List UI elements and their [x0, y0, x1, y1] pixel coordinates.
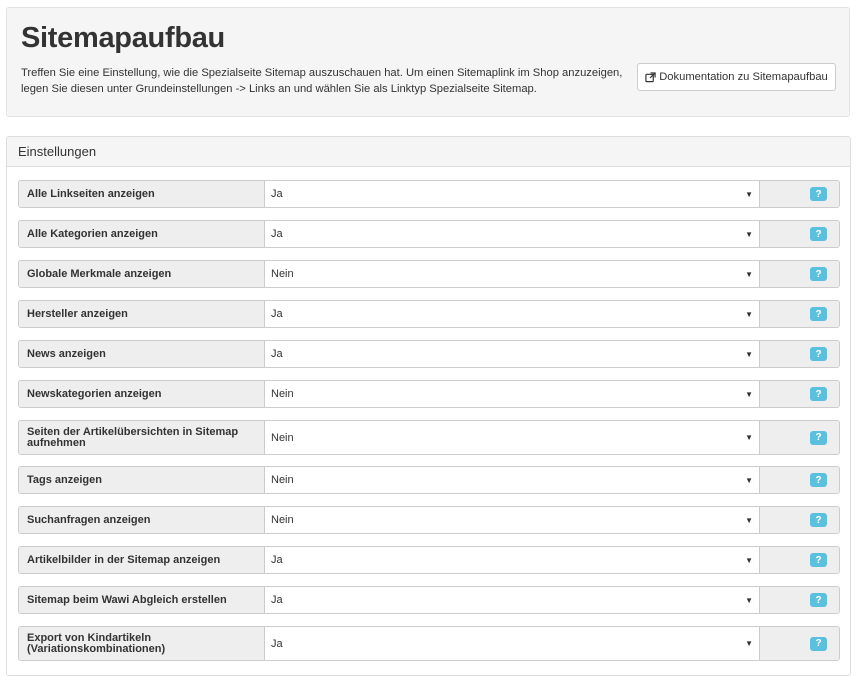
setting-addon: ? [759, 587, 839, 613]
setting-select-value: Nein [271, 268, 294, 280]
caret-down-icon: ▼ [745, 515, 753, 525]
setting-label: Seiten der Artikelübersichten in Sitemap… [19, 421, 265, 454]
external-link-icon [645, 71, 656, 82]
panel-heading: Einstellungen [7, 137, 850, 167]
setting-select[interactable]: Ja ▼ [265, 301, 759, 327]
setting-select-value: Ja [271, 228, 283, 240]
setting-row: News anzeigen Ja ▼ ? [18, 340, 840, 368]
setting-row: Tags anzeigen Nein ▼ ? [18, 466, 840, 494]
setting-row: Alle Linkseiten anzeigen Ja ▼ ? [18, 180, 840, 208]
setting-label: Export von Kindartikeln (Variationskombi… [19, 627, 265, 660]
setting-select-value: Ja [271, 594, 283, 606]
caret-down-icon: ▼ [745, 595, 753, 605]
setting-select-value: Ja [271, 348, 283, 360]
setting-addon: ? [759, 261, 839, 287]
setting-row: Globale Merkmale anzeigen Nein ▼ ? [18, 260, 840, 288]
caret-down-icon: ▼ [745, 433, 753, 442]
setting-select-value: Ja [271, 188, 283, 200]
page-header: Sitemapaufbau Treffen Sie eine Einstellu… [6, 7, 850, 117]
documentation-button[interactable]: Dokumentation zu Sitemapaufbau [637, 63, 836, 91]
setting-addon: ? [759, 627, 839, 660]
setting-select[interactable]: Ja ▼ [265, 181, 759, 207]
setting-select[interactable]: Nein ▼ [265, 507, 759, 533]
caret-down-icon: ▼ [745, 229, 753, 239]
setting-select[interactable]: Ja ▼ [265, 627, 759, 660]
setting-row: Artikelbilder in der Sitemap anzeigen Ja… [18, 546, 840, 574]
setting-select[interactable]: Ja ▼ [265, 587, 759, 613]
setting-addon: ? [759, 467, 839, 493]
caret-down-icon: ▼ [745, 555, 753, 565]
help-icon[interactable]: ? [810, 513, 827, 527]
setting-label: Globale Merkmale anzeigen [19, 261, 265, 287]
help-icon[interactable]: ? [810, 593, 827, 607]
setting-label: Suchanfragen anzeigen [19, 507, 265, 533]
setting-select[interactable]: Ja ▼ [265, 341, 759, 367]
help-icon[interactable]: ? [810, 267, 827, 281]
setting-addon: ? [759, 221, 839, 247]
caret-down-icon: ▼ [745, 269, 753, 279]
caret-down-icon: ▼ [745, 639, 753, 648]
caret-down-icon: ▼ [745, 349, 753, 359]
setting-row: Newskategorien anzeigen Nein ▼ ? [18, 380, 840, 408]
setting-label: Newskategorien anzeigen [19, 381, 265, 407]
setting-select-value: Ja [271, 554, 283, 566]
help-icon[interactable]: ? [810, 387, 827, 401]
setting-row: Hersteller anzeigen Ja ▼ ? [18, 300, 840, 328]
setting-select[interactable]: Nein ▼ [265, 421, 759, 454]
setting-label: Hersteller anzeigen [19, 301, 265, 327]
setting-label: Sitemap beim Wawi Abgleich erstellen [19, 587, 265, 613]
setting-select[interactable]: Nein ▼ [265, 261, 759, 287]
setting-addon: ? [759, 547, 839, 573]
help-icon[interactable]: ? [810, 553, 827, 567]
help-icon[interactable]: ? [810, 430, 827, 445]
help-icon[interactable]: ? [810, 636, 827, 651]
setting-addon: ? [759, 421, 839, 454]
setting-select-value: Nein [271, 431, 294, 444]
setting-select[interactable]: Ja ▼ [265, 221, 759, 247]
setting-addon: ? [759, 181, 839, 207]
setting-row: Suchanfragen anzeigen Nein ▼ ? [18, 506, 840, 534]
help-icon[interactable]: ? [810, 187, 827, 201]
caret-down-icon: ▼ [745, 189, 753, 199]
setting-select-value: Nein [271, 514, 294, 526]
setting-label: Tags anzeigen [19, 467, 265, 493]
setting-select-value: Ja [271, 637, 283, 650]
setting-label: News anzeigen [19, 341, 265, 367]
settings-panel: Einstellungen Alle Linkseiten anzeigen J… [6, 136, 851, 676]
setting-select-value: Nein [271, 474, 294, 486]
help-icon[interactable]: ? [810, 473, 827, 487]
setting-select-value: Ja [271, 308, 283, 320]
caret-down-icon: ▼ [745, 389, 753, 399]
page-title: Sitemapaufbau [21, 22, 225, 54]
setting-select[interactable]: Nein ▼ [265, 381, 759, 407]
setting-addon: ? [759, 507, 839, 533]
setting-row: Export von Kindartikeln (Variationskombi… [18, 626, 840, 661]
documentation-button-label: Dokumentation zu Sitemapaufbau [659, 71, 828, 83]
setting-label: Artikelbilder in der Sitemap anzeigen [19, 547, 265, 573]
caret-down-icon: ▼ [745, 309, 753, 319]
help-icon[interactable]: ? [810, 227, 827, 241]
page-description: Treffen Sie eine Einstellung, wie die Sp… [21, 67, 623, 95]
setting-row: Alle Kategorien anzeigen Ja ▼ ? [18, 220, 840, 248]
help-icon[interactable]: ? [810, 307, 827, 321]
setting-row: Seiten der Artikelübersichten in Sitemap… [18, 420, 840, 455]
caret-down-icon: ▼ [745, 475, 753, 485]
setting-addon: ? [759, 341, 839, 367]
setting-select-value: Nein [271, 388, 294, 400]
setting-addon: ? [759, 381, 839, 407]
setting-select[interactable]: Nein ▼ [265, 467, 759, 493]
setting-label: Alle Kategorien anzeigen [19, 221, 265, 247]
setting-select[interactable]: Ja ▼ [265, 547, 759, 573]
setting-label: Alle Linkseiten anzeigen [19, 181, 265, 207]
help-icon[interactable]: ? [810, 347, 827, 361]
setting-addon: ? [759, 301, 839, 327]
setting-row: Sitemap beim Wawi Abgleich erstellen Ja … [18, 586, 840, 614]
